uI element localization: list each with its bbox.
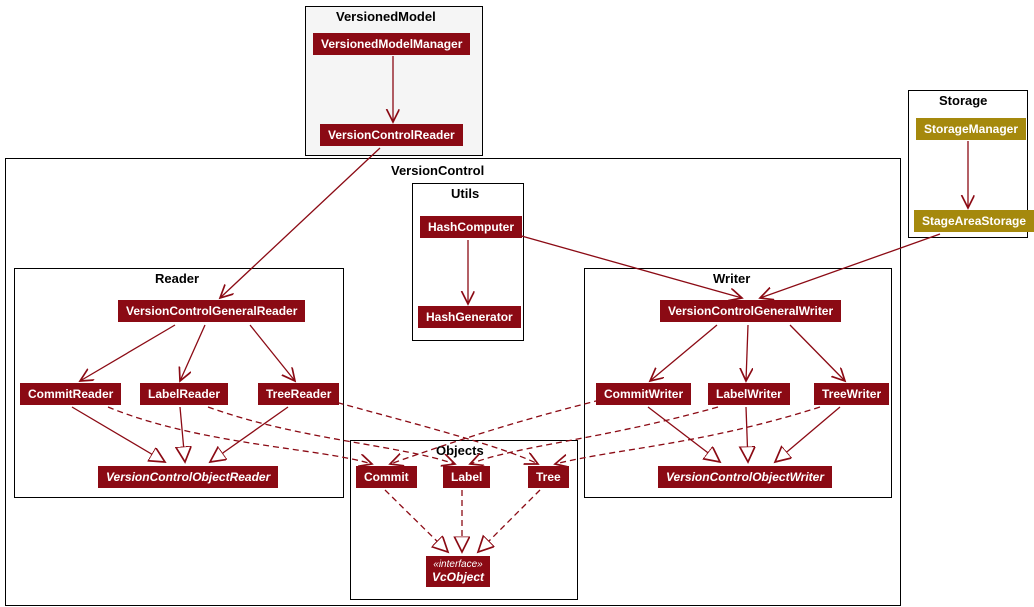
cls-storagemanager: StorageManager: [916, 118, 1026, 140]
cls-treereader: TreeReader: [258, 383, 339, 405]
cls-versionedmodelmanager: VersionedModelManager: [313, 33, 470, 55]
cls-labelreader: LabelReader: [140, 383, 228, 405]
cls-vcobjectreader: VersionControlObjectReader: [98, 466, 278, 488]
cls-treewriter: TreeWriter: [814, 383, 889, 405]
txt-interface-guillemets: «interface»: [432, 559, 484, 570]
cls-commitwriter: CommitWriter: [596, 383, 691, 405]
cls-label: Label: [443, 466, 490, 488]
cls-vcobjectwriter: VersionControlObjectWriter: [658, 466, 832, 488]
pkg-writer-title: Writer: [713, 271, 750, 286]
txt-vcobject: VcObject: [432, 570, 484, 584]
cls-vcobject: «interface» VcObject: [426, 556, 490, 587]
pkg-utils-title: Utils: [451, 186, 479, 201]
cls-tree: Tree: [528, 466, 569, 488]
cls-labelwriter: LabelWriter: [708, 383, 790, 405]
pkg-versioncontrol-title: VersionControl: [391, 163, 484, 178]
pkg-objects-title: Objects: [436, 443, 484, 458]
pkg-versionedmodel-title: VersionedModel: [336, 9, 436, 24]
cls-commitreader: CommitReader: [20, 383, 121, 405]
cls-hashcomputer: HashComputer: [420, 216, 522, 238]
diagram-stage: VersionedModel Storage VersionControl Ut…: [0, 0, 1034, 607]
cls-vcgeneralreader: VersionControlGeneralReader: [118, 300, 305, 322]
cls-commit: Commit: [356, 466, 417, 488]
cls-vcgeneralwriter: VersionControlGeneralWriter: [660, 300, 841, 322]
cls-stageareastorage: StageAreaStorage: [914, 210, 1034, 232]
cls-versioncontrolreader: VersionControlReader: [320, 124, 463, 146]
pkg-storage-title: Storage: [939, 93, 987, 108]
pkg-reader-title: Reader: [155, 271, 199, 286]
cls-hashgenerator: HashGenerator: [418, 306, 521, 328]
